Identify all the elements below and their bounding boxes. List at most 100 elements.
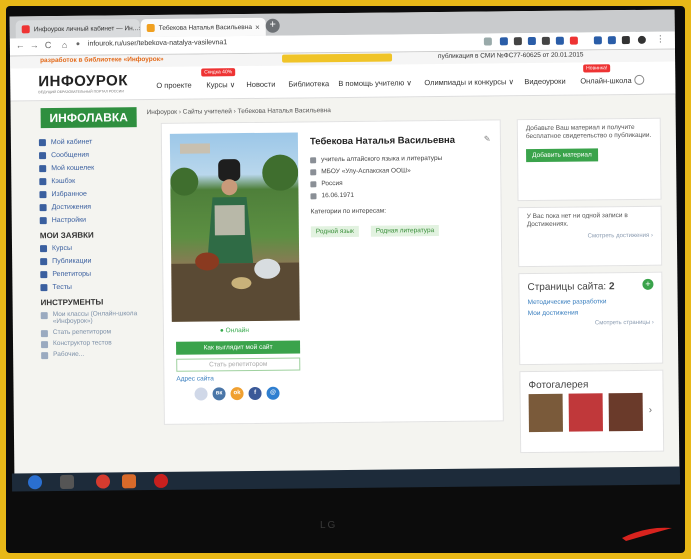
tab-label: Инфоурок личный кабинет — Ин... [33, 24, 139, 33]
browser-tab-2[interactable]: Тебекова Наталья Васильевна × [140, 17, 266, 38]
add-page-button[interactable]: + [642, 278, 654, 290]
menu-item-teacher-help[interactable]: В помощь учителю ∨ [338, 78, 412, 88]
gallery-thumbnail[interactable] [568, 393, 603, 432]
share-icon[interactable] [194, 387, 208, 401]
sidebar-item-favorites[interactable]: Избранное [39, 187, 145, 201]
new-tab-button[interactable]: + [265, 18, 280, 33]
menu-item-olympiads[interactable]: Олимпиады и конкурсы ∨ [424, 77, 514, 87]
sidebar-item-publications[interactable]: Публикации [40, 254, 146, 268]
sidebar: Мой кабинет Сообщения Мой кошелек Кэшбэк… [38, 135, 147, 360]
sidebar-item-cabinet[interactable]: Мой кабинет [38, 135, 145, 149]
sidebar-item-courses[interactable]: Курсы [39, 241, 146, 255]
chrome-icon[interactable] [95, 474, 111, 489]
profile-icon[interactable] [637, 35, 646, 44]
tutor-icon [40, 271, 48, 279]
menu-item-library[interactable]: Библиотека [288, 79, 329, 88]
interests-label: Категории по интересам: [310, 207, 387, 216]
reload-icon[interactable]: C [45, 40, 52, 50]
back-icon[interactable]: ← [16, 40, 25, 50]
mail-icon[interactable]: @ [266, 386, 280, 400]
sidebar-tool-classes[interactable]: Мои классы (Онлайн-школа «Инфоурок») [41, 308, 147, 327]
sidebar-item-tests[interactable]: Тесты [40, 280, 146, 294]
menu-icon[interactable]: ⋮ [656, 34, 665, 45]
close-icon[interactable]: × [255, 22, 260, 31]
online-status: ● Онлайн [219, 327, 249, 335]
view-site-button[interactable]: Как выглядит мой сайт [176, 340, 301, 355]
user-icon [38, 139, 46, 147]
interest-tag[interactable]: Родной язык [310, 225, 359, 238]
explorer-icon[interactable] [59, 474, 75, 489]
start-icon[interactable] [27, 475, 43, 490]
cashback-icon [39, 178, 47, 186]
photo-gallery-box: Фотогалерея › [519, 369, 665, 454]
breadcrumb[interactable]: Инфоурок › Сайты учителей › Тебекова Нат… [147, 107, 331, 116]
home-icon[interactable]: ⌂ [62, 40, 68, 50]
extension-icon[interactable] [527, 36, 536, 46]
app-icon[interactable] [121, 474, 137, 489]
promo-text[interactable]: разработок в библиотеке «Инфоурок» [40, 56, 164, 64]
profile-photo [169, 132, 300, 322]
section-heading-tools: ИНСТРУМЕНТЫ [40, 297, 104, 308]
become-tutor-button[interactable]: Стать репетитором [176, 357, 301, 372]
pages-link-all[interactable]: Смотреть страницы › [520, 318, 662, 333]
extension-icon[interactable] [499, 37, 508, 46]
sidebar-item-tutors[interactable]: Репетиторы [40, 267, 146, 281]
gallery-thumbnail[interactable] [528, 393, 563, 433]
calendar-icon [310, 192, 317, 199]
achievements-box: У Вас пока нет ни одной записи в Достиже… [517, 205, 663, 268]
sidebar-item-settings[interactable]: Настройки [39, 213, 146, 227]
sidebar-item-achievements[interactable]: Достижения [39, 200, 146, 214]
extension-icon[interactable] [569, 36, 578, 45]
gallery-heading: Фотогалерея [528, 379, 589, 392]
check-icon [40, 284, 48, 292]
message-icon [39, 152, 47, 160]
url-text[interactable]: infourok.ru/user/tebekova-natalya-vasile… [88, 39, 227, 47]
profile-school[interactable]: МБОУ «Улу-Аспакская ООШ» [310, 167, 411, 175]
forward-icon[interactable]: → [30, 40, 39, 50]
site-logo[interactable]: ИНФОУРОК [38, 72, 128, 90]
add-material-button[interactable]: Добавить материал [526, 148, 598, 163]
achievements-link[interactable]: Смотреть достижения › [519, 231, 661, 246]
section-heading-requests: МОИ ЗАЯВКИ [39, 230, 94, 241]
menu-item-news[interactable]: Новости [246, 80, 275, 89]
sidebar-tool-worksheets[interactable]: Рабочие... [41, 348, 147, 360]
interest-tag[interactable]: Родная литература [370, 225, 440, 237]
gallery-thumbnail[interactable] [608, 392, 643, 432]
facebook-icon[interactable]: f [248, 386, 262, 401]
achievements-text: У Вас пока нет ни одной записи в Достиже… [526, 212, 628, 229]
extension-icon[interactable] [513, 37, 522, 46]
search-icon[interactable] [634, 74, 645, 85]
site-logo-subtitle: ВЕДУЩИЙ ОБРАЗОВАТЕЛЬНЫЙ ПОРТАЛ РОССИИ [38, 89, 124, 95]
browser-tab-1[interactable]: Инфоурок личный кабинет — Ин... × [15, 19, 140, 39]
edit-icon[interactable]: ✎ [484, 134, 491, 143]
opera-icon[interactable] [153, 473, 169, 489]
course-icon [39, 245, 48, 253]
school-icon [310, 168, 317, 175]
odnoklassniki-icon[interactable]: ok [230, 387, 244, 401]
star-icon[interactable] [483, 37, 492, 46]
web-page: разработок в библиотеке «Инфоурок» публи… [10, 49, 679, 479]
chevron-right-icon[interactable]: › [649, 405, 652, 416]
vk-icon[interactable]: вк [212, 387, 226, 401]
menu-item-online-school[interactable]: Онлайн-школа [580, 76, 631, 86]
menu-item-courses[interactable]: Курсы ∨ [206, 80, 235, 89]
profile-card: Тебекова Наталья Васильевна ✎ учитель ал… [160, 119, 504, 425]
monitor-red-accent [622, 527, 672, 541]
promo-banner[interactable] [282, 53, 393, 63]
sidebar-item-cashback[interactable]: Кэшбэк [39, 174, 145, 188]
sidebar-item-messages[interactable]: Сообщения [39, 148, 145, 162]
extension-icon[interactable] [607, 36, 616, 45]
extension-icon[interactable] [593, 36, 602, 45]
gear-icon [39, 217, 47, 225]
menu-item-videolessons[interactable]: Видеоуроки [524, 77, 565, 86]
extension-icon[interactable] [555, 36, 564, 45]
publication-info: публикация в СМИ №ФС77-60625 от 20.01.20… [438, 51, 584, 61]
extension-icon[interactable] [621, 36, 630, 45]
extension-icon[interactable] [541, 36, 550, 45]
profile-country: Россия [310, 180, 343, 187]
close-icon[interactable]: × [138, 24, 140, 33]
infolavka-banner[interactable]: ИНФОЛАВКА [40, 107, 137, 129]
menu-item-about[interactable]: О проекте [156, 81, 191, 90]
profile-date: 16.06.1971 [310, 192, 354, 199]
sidebar-item-wallet[interactable]: Мой кошелек [39, 161, 145, 175]
